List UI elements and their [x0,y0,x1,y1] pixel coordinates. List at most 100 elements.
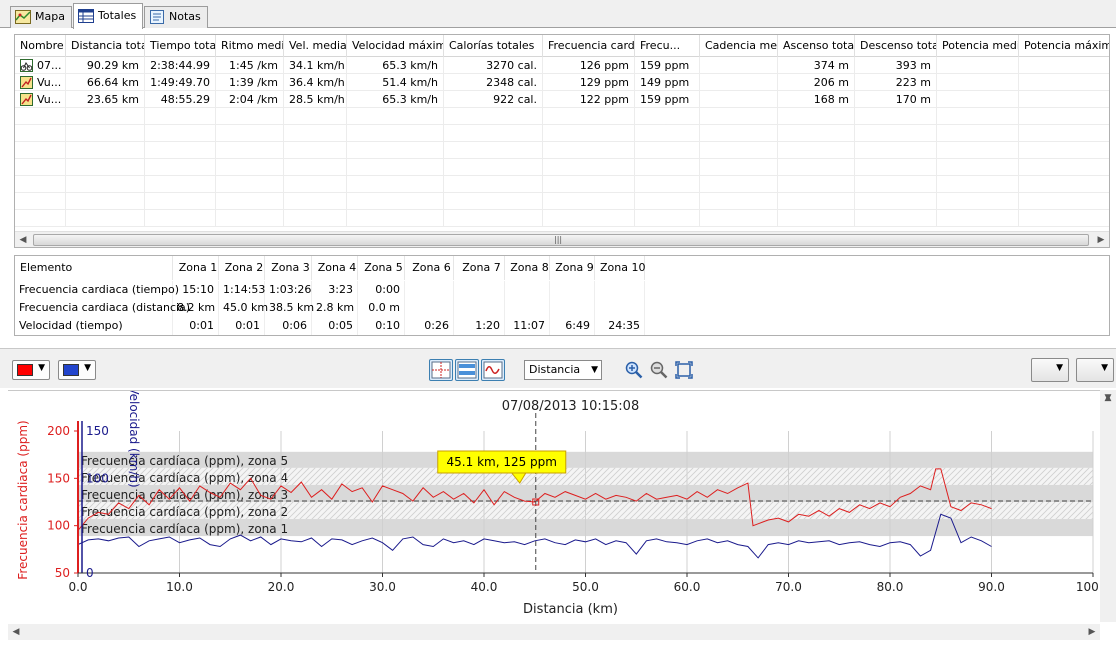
table-cell: 1:39 /km [216,74,284,91]
bike-activity-icon [20,59,33,72]
table-cell: 1:14:53 [219,281,265,299]
column-header[interactable]: Zona 3 [265,256,312,280]
column-header[interactable]: Frecuencia cardi... [543,35,635,57]
table-cell [700,74,778,91]
column-header[interactable]: Vel. media [284,35,347,57]
column-header[interactable]: Elemento [15,256,173,280]
table-row [15,142,1109,159]
scroll-right-icon[interactable]: ▶ [1093,232,1109,248]
column-header[interactable]: Zona 7 [454,256,505,280]
table-cell [543,125,635,142]
zoom-in-icon[interactable] [625,361,643,379]
column-header[interactable]: Descenso total [855,35,937,57]
table-cell [635,210,700,227]
column-header[interactable]: Cadencia media [700,35,778,57]
table-cell [505,281,550,299]
table-cell: Frecuencia cardiaca (distancia) [15,299,190,317]
cursor-tooltip-label: 45.1 km, 125 ppm [447,455,557,469]
table-row[interactable]: Frecuencia cardiaca (distancia) 8.2 km 45.… [15,299,1095,317]
scroll-left-icon[interactable]: ◀ [8,624,24,640]
table-cell [1019,125,1109,142]
table-cell [937,210,1019,227]
table-cell: 38.5 km [265,299,314,317]
table-cell [15,159,66,176]
table-cell [444,193,543,210]
scroll-down-icon[interactable]: ▼ [1100,390,1116,406]
scroll-right-icon[interactable]: ▶ [1084,624,1100,640]
table-cell [145,210,216,227]
table-icon [78,9,94,23]
tab-totales[interactable]: Totales [73,3,144,29]
table-cell: 28.5 km/h [284,91,347,108]
chart-vertical-scrollbar[interactable]: ▲ ▼ [1100,390,1116,622]
zones-toggle-button[interactable] [455,359,479,381]
table-cell [216,176,284,193]
column-header[interactable]: Tiempo total [145,35,216,57]
table-cell [216,108,284,125]
table-cell: 1:03:26 [265,281,312,299]
scroll-left-icon[interactable]: ◀ [15,232,31,248]
table-cell [1019,142,1109,159]
table-cell [700,159,778,176]
column-header[interactable]: Zona 1 [173,256,219,280]
smoothing-toggle-button[interactable] [481,359,505,381]
heart-rate-chart[interactable]: Frecuencia cardíaca (ppm), zona 5 Frecuen… [8,391,1100,623]
table-row[interactable]: Vu... 23.65 km 48:55.29 2:04 /km 28.5 km/h 65… [15,91,1109,108]
column-header[interactable]: Zona 9 [550,256,595,280]
fit-to-window-icon[interactable] [675,361,693,379]
column-header[interactable]: Distancia total [66,35,145,57]
table-cell [284,210,347,227]
column-header[interactable]: Zona 4 [312,256,358,280]
chart-title: 07/08/2013 10:15:08 [502,399,639,414]
column-header[interactable]: Calorías totales [444,35,543,57]
chevron-down-icon: ▼ [1056,363,1063,373]
table-cell [454,281,505,299]
table-cell [855,142,937,159]
column-header[interactable]: Zona 10 [595,256,645,280]
chart-options-button[interactable]: ▼ [1031,358,1069,382]
x-tick-label: 70.0 [775,580,802,594]
table-cell: 2.8 km [312,299,358,317]
scrollbar-thumb[interactable]: ||| [33,234,1089,246]
tab-mapa[interactable]: Mapa [10,6,72,28]
column-header[interactable]: Potencia media [937,35,1019,57]
table-cell [700,176,778,193]
x-axis-select[interactable]: Distancia ▼ [524,360,602,380]
table-cell [635,125,700,142]
table-row[interactable]: Velocidad (tiempo) 0:01 0:01 0:06 0:05 0:10 0:… [15,317,1095,335]
column-header[interactable]: Zona 6 [405,256,454,280]
column-header[interactable]: Zona 8 [505,256,550,280]
grip-icon: ||| [554,235,563,244]
column-header[interactable]: Zona 5 [358,256,405,280]
column-header[interactable]: Velocidad máxima [347,35,444,57]
table-cell: 2:38:44.99 [145,57,216,74]
column-header[interactable]: Frecu... [635,35,700,57]
column-header[interactable]: Zona 2 [219,256,265,280]
table-cell [347,176,444,193]
table-row[interactable]: Vu... 66.64 km 1:49:49.70 1:39 /km 36.4 km/h… [15,74,1109,91]
heart-rate-color-button[interactable]: ▼ [12,360,50,380]
table-cell: 24:35 [595,317,645,335]
table-row [15,176,1109,193]
speed-color-button[interactable]: ▼ [58,360,96,380]
table-cell [444,176,543,193]
table-cell [855,176,937,193]
table-cell: 0:00 [358,281,405,299]
column-header[interactable]: Nombre [15,35,66,57]
table-row[interactable]: Frecuencia cardiaca (tiempo) 15:10 1:14:53… [15,281,1095,299]
x-axis-label: Distancia (km) [523,602,618,617]
chart-horizontal-scrollbar[interactable]: ◀ ▶ [8,624,1100,640]
table-cell: 48:55.29 [145,91,216,108]
table-cell [550,299,595,317]
column-header[interactable]: Ascenso total [778,35,855,57]
tab-notas[interactable]: Notas [144,6,208,28]
totals-horizontal-scrollbar[interactable]: ◀ ||| ▶ [15,231,1109,247]
table-cell [700,125,778,142]
crosshair-toggle-button[interactable] [429,359,453,381]
zoom-out-icon[interactable] [650,361,668,379]
column-header[interactable]: Ritmo medio [216,35,284,57]
column-header[interactable]: Potencia máxima [1019,35,1109,57]
table-row[interactable]: 07... 90.29 km 2:38:44.99 1:45 /km 34.1 km/h… [15,57,1109,74]
chart-export-button[interactable]: ▼ [1076,358,1114,382]
table-cell [66,193,145,210]
